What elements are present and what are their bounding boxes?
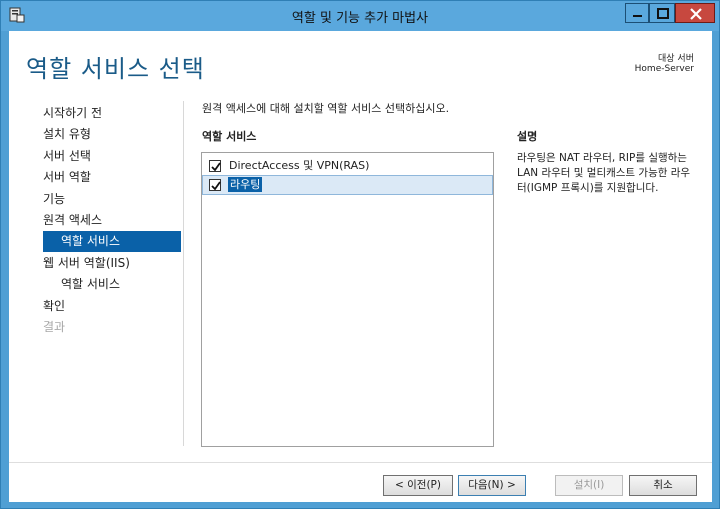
wizard-content: 역할 서비스 선택 대상 서버 Home-Server 시작하기 전 설치 유형… — [9, 31, 712, 502]
nav-item-server-selection[interactable]: 서버 선택 — [43, 146, 91, 167]
nav-item-features[interactable]: 기능 — [43, 189, 65, 210]
nav-item-remote-access[interactable]: 원격 액세스 — [43, 210, 102, 231]
list-item[interactable]: 라우팅 — [202, 175, 493, 195]
nav-item-confirmation[interactable]: 확인 — [43, 296, 65, 317]
wizard-window: 역할 및 기능 추가 마법사 역할 서비스 선택 대상 서버 Home-Serv… — [0, 0, 720, 509]
nav-item-server-roles[interactable]: 서버 역할 — [43, 167, 91, 188]
close-button[interactable] — [675, 3, 715, 23]
nav-item-before-you-begin[interactable]: 시작하기 전 — [43, 103, 102, 124]
checkmark-icon — [211, 181, 221, 191]
target-server-label: 대상 서버 — [658, 54, 694, 64]
next-button[interactable]: 다음(N) > — [458, 475, 526, 496]
install-button: 설치(I) — [555, 475, 623, 496]
role-services-header: 역할 서비스 — [202, 130, 257, 143]
nav-item-web-role-services[interactable]: 역할 서비스 — [61, 274, 120, 295]
previous-button[interactable]: < 이전(P) — [383, 475, 453, 496]
footer-divider — [9, 462, 712, 463]
target-server-name: Home-Server — [634, 64, 694, 74]
maximize-button[interactable] — [649, 3, 675, 23]
routing-label: 라우팅 — [228, 177, 263, 192]
nav-item-results: 결과 — [43, 320, 66, 334]
close-icon — [690, 8, 702, 20]
window-title: 역할 및 기능 추가 마법사 — [291, 11, 429, 26]
description-text: 라우팅은 NAT 라우터, RIP를 실행하는 LAN 라우터 및 멀티캐스트 … — [517, 152, 691, 194]
page-title: 역할 서비스 선택 — [26, 55, 205, 83]
directaccess-checkbox[interactable] — [209, 160, 221, 172]
routing-checkbox[interactable] — [209, 179, 221, 191]
checkmark-icon — [211, 162, 221, 172]
directaccess-label: DirectAccess 및 VPN(RAS) — [229, 159, 370, 172]
description-header: 설명 — [517, 130, 538, 143]
nav-divider — [183, 101, 184, 446]
minimize-button[interactable] — [625, 3, 649, 23]
nav-item-installation-type[interactable]: 설치 유형 — [43, 124, 91, 145]
nav-item-web-server-role[interactable]: 웹 서버 역할(IIS) — [43, 253, 130, 274]
title-bar[interactable]: 역할 및 기능 추가 마법사 — [1, 1, 719, 31]
list-item[interactable]: DirectAccess 및 VPN(RAS) — [202, 156, 493, 176]
nav-item-role-services-selected[interactable]: 역할 서비스 — [43, 231, 181, 252]
cancel-button[interactable]: 취소 — [629, 475, 697, 496]
instruction-text: 원격 액세스에 대해 설치할 역할 서비스 선택하십시오. — [202, 102, 450, 115]
role-services-list[interactable]: DirectAccess 및 VPN(RAS) 라우팅 — [201, 152, 494, 447]
